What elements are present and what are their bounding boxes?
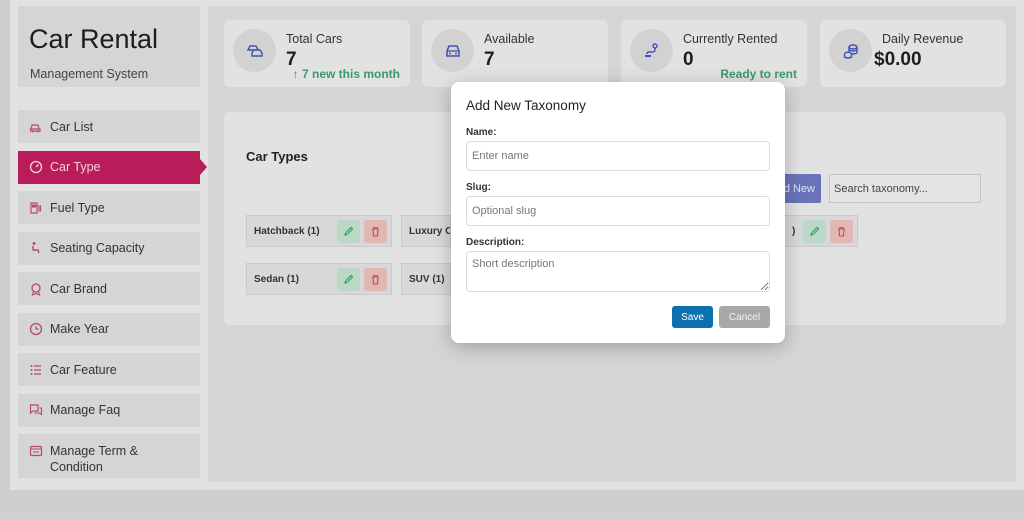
chip-label: SUV (1): [409, 273, 445, 285]
sidebar-item-car-feature[interactable]: Car Feature: [18, 353, 200, 386]
stat-card-daily-revenue: Daily Revenue $0.00: [820, 20, 1006, 87]
stat-note: ↑ 7 new this month: [292, 67, 400, 81]
slug-input[interactable]: [466, 196, 770, 226]
search-input[interactable]: [829, 174, 981, 203]
sidebar-item-car-brand[interactable]: Car Brand: [18, 272, 200, 305]
car-front-icon: [431, 29, 474, 72]
sidebar-item-label: Car Type: [50, 160, 101, 174]
cars-icon: [233, 29, 276, 72]
description-label: Description:: [466, 237, 525, 248]
brand-badge-icon: [29, 282, 43, 296]
modal-title: Add New Taxonomy: [466, 98, 586, 113]
seat-icon: [29, 241, 43, 255]
trash-icon[interactable]: [830, 219, 853, 243]
sidebar-item-label: Manage Faq: [50, 403, 121, 417]
brand-block: Car Rental Management System: [18, 6, 200, 87]
stat-value: $0.00: [874, 49, 922, 70]
add-taxonomy-modal: Add New Taxonomy Name: Slug: Description…: [451, 82, 785, 343]
sidebar-item-label: Manage Term & Condition: [50, 444, 139, 474]
brand-subtitle: Management System: [30, 67, 149, 81]
cancel-button[interactable]: Cancel: [719, 306, 770, 328]
description-textarea[interactable]: [466, 251, 770, 292]
edit-icon[interactable]: [803, 219, 826, 243]
stat-label: Total Cars: [286, 32, 343, 46]
slug-label: Slug:: [466, 182, 491, 193]
chip-label: Luxury Ca: [409, 225, 450, 237]
sidebar-item-label: Make Year: [50, 322, 110, 336]
taxonomy-chip-luxury: Luxury Ca: [401, 215, 451, 247]
terms-icon: [29, 444, 43, 458]
car-list-icon: [29, 120, 43, 134]
stat-note: Ready to rent: [720, 67, 797, 81]
feature-list-icon: [29, 363, 43, 377]
route-icon: [630, 29, 673, 72]
edit-icon[interactable]: [337, 219, 360, 243]
sidebar-item-label: Car Feature: [50, 362, 117, 377]
stat-value: 7: [484, 49, 495, 70]
chip-label: ): [792, 225, 796, 237]
taxonomy-chip-sedan: Sedan (1): [246, 263, 392, 295]
chip-label: Hatchback (1): [254, 225, 320, 237]
clock-icon: [29, 322, 43, 336]
stat-label: Currently Rented: [683, 32, 778, 46]
edit-icon[interactable]: [337, 267, 360, 291]
taxonomy-chip-suv: SUV (1): [401, 263, 451, 295]
sidebar-item-car-list[interactable]: Car List: [18, 110, 200, 143]
sidebar-item-label: Seating Capacity: [50, 241, 145, 255]
sidebar-item-manage-faq[interactable]: Manage Faq: [18, 393, 200, 427]
panel-title: Car Types: [246, 149, 308, 164]
stat-value: 0: [683, 49, 694, 70]
sidebar-item-label: Fuel Type: [50, 200, 105, 215]
stat-label: Daily Revenue: [882, 32, 964, 46]
stat-label: Available: [484, 32, 535, 46]
sidebar-nav: Car List Car Type Fuel Type Seating Capa…: [18, 110, 207, 486]
sidebar-item-label: Car Brand: [50, 281, 107, 296]
sidebar-item-label: Car List: [50, 119, 94, 134]
stat-card-total-cars: Total Cars 7 ↑ 7 new this month: [224, 20, 410, 87]
sidebar-item-car-type[interactable]: Car Type: [18, 150, 207, 184]
stat-card-currently-rented: Currently Rented 0 Ready to rent: [621, 20, 807, 87]
brand-title: Car Rental: [29, 24, 159, 54]
sidebar-item-make-year[interactable]: Make Year: [18, 312, 200, 346]
sidebar-item-manage-term-condition[interactable]: Manage Term & Condition: [18, 434, 200, 478]
name-input[interactable]: [466, 141, 770, 171]
speedometer-icon: [29, 160, 43, 174]
stat-card-available: Available 7: [422, 20, 608, 87]
chip-label: Sedan (1): [254, 273, 300, 285]
fuel-pump-icon: [29, 201, 43, 215]
name-label: Name:: [466, 127, 497, 138]
taxonomy-chip-partial: ): [784, 215, 858, 247]
trash-icon[interactable]: [364, 267, 387, 291]
sidebar-item-fuel-type[interactable]: Fuel Type: [18, 191, 200, 224]
faq-chat-icon: [29, 403, 43, 417]
sidebar-item-seating-capacity[interactable]: Seating Capacity: [18, 231, 200, 265]
taxonomy-chip-hatchback: Hatchback (1): [246, 215, 392, 247]
trash-icon[interactable]: [364, 219, 387, 243]
coins-icon: [829, 29, 872, 72]
save-button[interactable]: Save: [672, 306, 713, 328]
